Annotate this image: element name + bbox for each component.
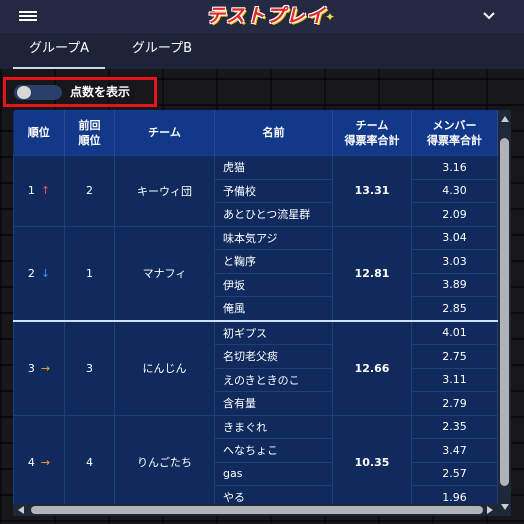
member-score-cell: 3.89: [411, 272, 498, 297]
member-score-cell: 3.11: [411, 367, 498, 392]
trend-right-icon: →: [40, 455, 51, 469]
member-name-cell: へなちょこ: [214, 438, 333, 463]
rank-cell: 3 →: [13, 319, 65, 416]
scroll-right-icon[interactable]: [487, 506, 493, 514]
member-score-cell: 2.57: [411, 461, 498, 486]
table-row: 2 ↓ 1 マナフィ 味本気アジ 12.81 3.04: [13, 225, 498, 321]
header-member-score[interactable]: メンバー 得票率合計: [411, 110, 498, 156]
prev-rank-cell: 2: [64, 155, 115, 227]
vertical-scroll-thumb[interactable]: [500, 138, 509, 486]
team-cell: マナフィ: [114, 225, 215, 321]
member-name-cell: 味本気アジ: [214, 225, 333, 250]
member-name-cell: 虎猫: [214, 155, 333, 180]
member-score-cell: 2.09: [411, 202, 498, 227]
member-score-cell: 3.47: [411, 438, 498, 463]
team-score-cell: 12.81: [332, 225, 412, 321]
rank-value: 2: [27, 266, 35, 280]
trend-up-icon: ↑: [40, 184, 51, 198]
rank-cell: 1 ↑: [13, 155, 65, 227]
table-row: 4 → 4 りんごたち きまぐれ 10.35 2.35: [13, 414, 498, 510]
scroll-up-icon[interactable]: [501, 116, 509, 122]
member-score-cell: 3.04: [411, 225, 498, 250]
rank-value: 4: [27, 455, 35, 469]
team-cell: りんごたち: [114, 414, 215, 510]
member-name-cell: 初ギプス: [214, 319, 333, 345]
member-score-cell: 2.35: [411, 414, 498, 439]
member-name-cell: 伊坂: [214, 272, 333, 297]
table-row: 1 ↑ 2 キーウィ団 虎猫 13.31 3.16: [13, 155, 498, 227]
horizontal-scroll-thumb[interactable]: [31, 506, 483, 514]
header-rank[interactable]: 順位: [13, 110, 65, 156]
scroll-left-icon[interactable]: [18, 506, 24, 514]
chevron-down-icon[interactable]: [482, 10, 496, 20]
tab-group-b[interactable]: グループB: [116, 33, 208, 69]
rank-value: 1: [27, 184, 35, 198]
member-name-cell: きまぐれ: [214, 414, 333, 439]
member-score-cell: 2.75: [411, 344, 498, 369]
hamburger-menu-icon[interactable]: [19, 11, 37, 22]
scroll-down-icon[interactable]: [501, 504, 509, 510]
vertical-scrollbar[interactable]: [498, 110, 511, 516]
sparkle-icon: ✦: [324, 10, 336, 24]
member-name-cell: えのきときのこ: [214, 367, 333, 392]
member-name-cell: 俺風: [214, 296, 333, 321]
app-header: テストプレイ ✦: [0, 0, 524, 33]
member-name-cell: と鞠序: [214, 249, 333, 274]
member-name-cell: 名切老父痰: [214, 344, 333, 369]
member-score-cell: 4.01: [411, 319, 498, 345]
header-team-score[interactable]: チーム 得票率合計: [332, 110, 412, 156]
member-score-cell: 3.16: [411, 155, 498, 180]
trend-down-icon: ↓: [40, 266, 51, 280]
ranking-table-body: 1 ↑ 2 キーウィ団 虎猫 13.31 3.16 予備校 4.30 あとひとつ流星群 2.09 2 ↓…: [13, 155, 498, 510]
team-cell: キーウィ団: [114, 155, 215, 227]
rank-cell: 4 →: [13, 414, 65, 510]
member-name-cell: gas: [214, 461, 333, 486]
show-score-toggle-area: 点数を表示: [3, 77, 157, 107]
table-row: 3 → 3 にんじん 初ギプス 12.66 4.01: [13, 319, 498, 416]
member-score-cell: 2.79: [411, 391, 498, 416]
ranking-table: 順位 前回 順位 チーム 名前 チーム 得票率合計 メンバー 得票率合計 1 ↑ 2 キーウ…: [13, 110, 498, 510]
header-prev-rank[interactable]: 前回 順位: [64, 110, 115, 156]
member-score-cell: 2.85: [411, 296, 498, 321]
prev-rank-cell: 3: [64, 319, 115, 416]
member-name-cell: 予備校: [214, 178, 333, 203]
rank-value: 3: [27, 361, 35, 375]
prev-rank-cell: 4: [64, 414, 115, 510]
team-score-cell: 13.31: [332, 155, 412, 227]
show-score-toggle[interactable]: [14, 85, 62, 100]
header-name[interactable]: 名前: [214, 110, 333, 156]
member-score-cell: 3.03: [411, 249, 498, 274]
team-score-cell: 12.66: [332, 319, 412, 416]
table-header-row: 順位 前回 順位 チーム 名前 チーム 得票率合計 メンバー 得票率合計: [13, 110, 498, 156]
member-name-cell: あとひとつ流星群: [214, 202, 333, 227]
header-team[interactable]: チーム: [114, 110, 215, 156]
team-cell: にんじん: [114, 319, 215, 416]
team-score-cell: 10.35: [332, 414, 412, 510]
toggle-knob: [17, 86, 31, 99]
group-tabs: グループA グループB: [0, 33, 524, 69]
member-score-cell: 4.30: [411, 178, 498, 203]
tab-group-a[interactable]: グループA: [13, 33, 105, 69]
ranking-table-container: 順位 前回 順位 チーム 名前 チーム 得票率合計 メンバー 得票率合計 1 ↑ 2 キーウ…: [13, 110, 511, 516]
prev-rank-cell: 1: [64, 225, 115, 321]
member-name-cell: 含有量: [214, 391, 333, 416]
horizontal-scrollbar[interactable]: [13, 504, 498, 516]
app-logo[interactable]: テストプレイ ✦: [192, 3, 340, 29]
trend-right-icon: →: [40, 361, 51, 375]
show-score-label: 点数を表示: [70, 85, 131, 99]
rank-cell: 2 ↓: [13, 225, 65, 321]
